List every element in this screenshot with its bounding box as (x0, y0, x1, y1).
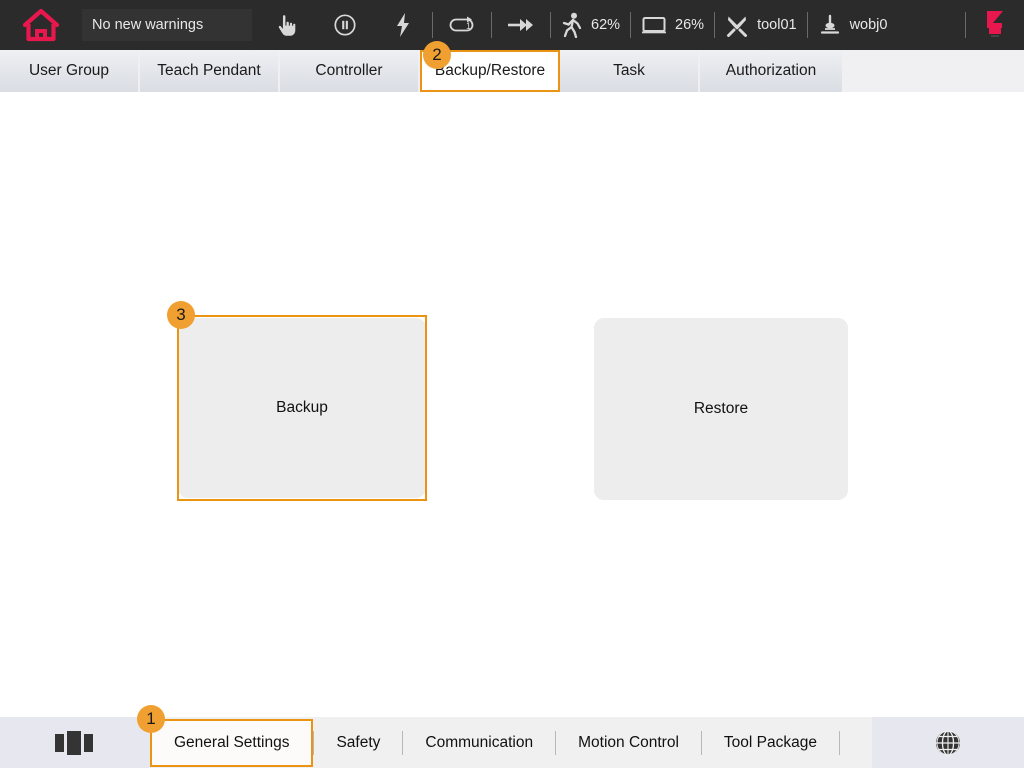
speed-value: 62% (591, 17, 620, 33)
load-value: 26% (675, 17, 704, 33)
tab-authorization[interactable]: Authorization (700, 50, 844, 92)
layout-panels-button[interactable] (0, 717, 150, 768)
bottom-nav-label: General Settings (174, 734, 289, 752)
tab-controller[interactable]: Controller (280, 50, 420, 92)
speed-indicator[interactable]: 62% (551, 0, 630, 50)
backup-button-label: Backup (276, 399, 328, 417)
divider (839, 731, 840, 755)
workobject-icon (818, 13, 842, 37)
tab-label: Backup/Restore (435, 62, 545, 80)
tab-label: Task (613, 62, 645, 80)
svg-text:1: 1 (466, 21, 471, 31)
bottom-nav-label: Motion Control (578, 734, 679, 752)
language-button[interactable] (872, 717, 1024, 768)
bottom-nav-items: General Settings Safety Communication Mo… (150, 717, 872, 768)
step-badge-1: 1 (137, 705, 165, 733)
tab-label: Controller (315, 62, 382, 80)
bottom-nav-label: Communication (425, 734, 533, 752)
bottom-nav-general-settings[interactable]: General Settings (150, 719, 313, 767)
robot-arm-icon[interactable] (966, 0, 1024, 50)
tab-label: User Group (29, 62, 109, 80)
home-icon (22, 8, 60, 42)
workobject-indicator[interactable]: wobj0 (808, 0, 898, 50)
bottom-nav-motion-control[interactable]: Motion Control (556, 717, 701, 768)
workobject-value: wobj0 (850, 17, 888, 33)
bottom-nav-label: Safety (336, 734, 380, 752)
top-status-bar: No new warnings 1 (0, 0, 1024, 50)
tab-task[interactable]: Task (560, 50, 700, 92)
layout-panels-icon (54, 730, 96, 756)
restore-button-label: Restore (694, 400, 748, 418)
warning-message-text: No new warnings (92, 17, 203, 33)
hand-pointer-icon[interactable] (258, 0, 316, 50)
load-indicator[interactable]: 26% (631, 0, 714, 50)
warning-message-box[interactable]: No new warnings (82, 9, 252, 41)
bottom-nav-tool-package[interactable]: Tool Package (702, 717, 839, 768)
globe-icon (932, 727, 964, 759)
pause-circle-icon[interactable] (316, 0, 374, 50)
tool-indicator[interactable]: tool01 (715, 0, 807, 50)
tab-teach-pendant[interactable]: Teach Pendant (140, 50, 280, 92)
bottom-nav-label: Tool Package (724, 734, 817, 752)
tools-icon (725, 13, 749, 37)
tab-user-group[interactable]: User Group (0, 50, 140, 92)
monitor-icon (641, 15, 667, 35)
settings-tab-bar: User Group Teach Pendant Controller Back… (0, 50, 1024, 92)
home-button[interactable] (0, 0, 82, 50)
lightning-bolt-icon[interactable] (374, 0, 432, 50)
step-badge-2: 2 (423, 41, 451, 69)
tab-label: Authorization (726, 62, 816, 80)
bottom-nav-communication[interactable]: Communication (403, 717, 555, 768)
backup-restore-panel: Backup Restore (0, 92, 1024, 717)
step-badge-3: 3 (167, 301, 195, 329)
restore-button[interactable]: Restore (594, 318, 848, 500)
fast-forward-icon[interactable] (492, 0, 550, 50)
tab-label: Teach Pendant (157, 62, 260, 80)
backup-button[interactable]: Backup (178, 318, 426, 498)
tool-value: tool01 (757, 17, 797, 33)
tab-bar-filler (844, 50, 1024, 92)
bottom-nav-safety[interactable]: Safety (314, 717, 402, 768)
running-person-icon (561, 12, 583, 38)
